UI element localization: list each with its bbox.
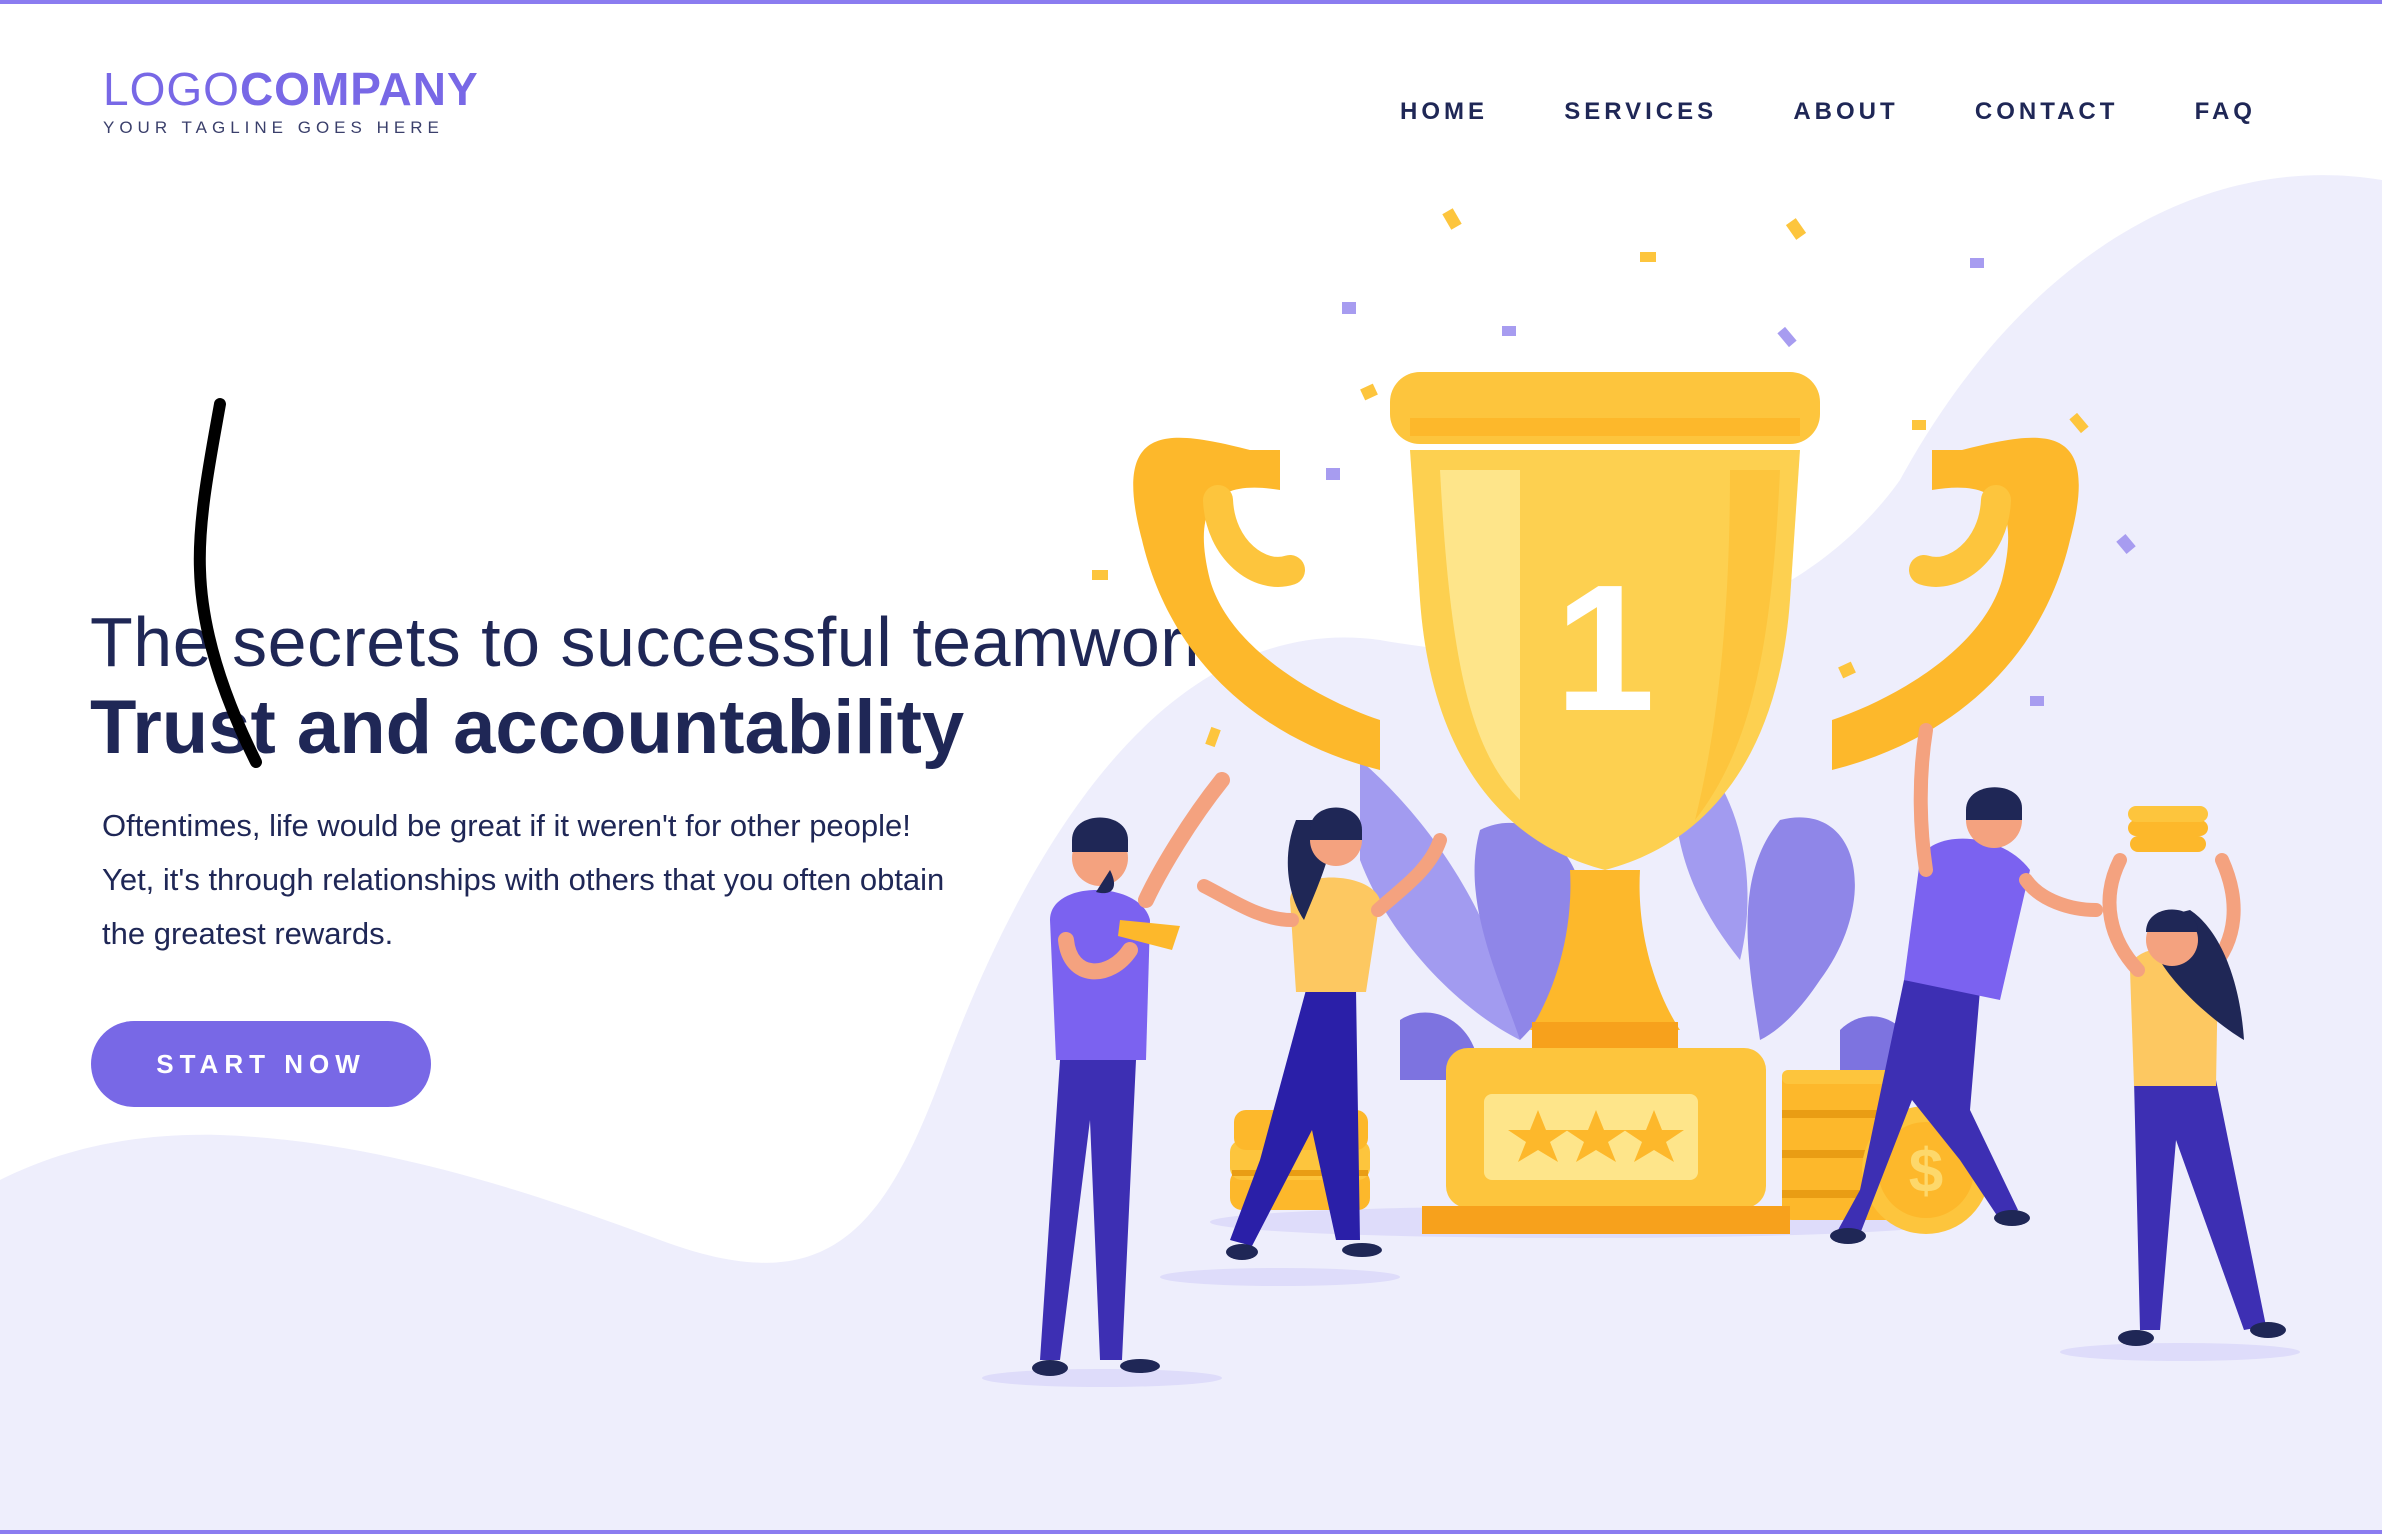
- description-line: Yet, it's through relationships with oth…: [102, 861, 945, 897]
- ground-shadow: [1160, 1268, 1400, 1286]
- nav-home[interactable]: HOME: [1400, 98, 1488, 126]
- ground-shadow: [982, 1369, 1222, 1387]
- logo-bold-text: COMPANY: [239, 63, 479, 115]
- ground-shadow: [2060, 1343, 2300, 1361]
- company-logo[interactable]: LOGOCOMPANY YOUR TAGLINE GOES HERE: [103, 66, 479, 138]
- logo-tagline: YOUR TAGLINE GOES HERE: [103, 118, 444, 137]
- logo-wordmark: LOGOCOMPANY: [103, 66, 479, 112]
- trophy-illustration: $ 1: [982, 208, 2300, 1387]
- start-now-button[interactable]: START NOW: [91, 1021, 431, 1107]
- bottom-accent-line: [0, 1530, 2382, 1534]
- main-nav: HOME SERVICES ABOUT CONTACT FAQ: [1400, 98, 2256, 126]
- nav-contact[interactable]: CONTACT: [1975, 98, 2119, 126]
- hero-description: Oftentimes, life would be great if it we…: [102, 799, 1102, 961]
- man-with-megaphone: [1032, 772, 1230, 1376]
- nav-faq[interactable]: FAQ: [2195, 98, 2256, 126]
- logo-light-text: LOGO: [103, 63, 240, 115]
- trophy-rank: 1: [1555, 548, 1655, 749]
- nav-about[interactable]: ABOUT: [1793, 98, 1898, 126]
- description-line: Oftentimes, life would be great if it we…: [102, 807, 911, 843]
- description-line: the greatest rewards.: [102, 915, 394, 951]
- woman-holding-coins: [2102, 806, 2286, 1346]
- nav-services[interactable]: SERVICES: [1564, 98, 1717, 126]
- svg-text:$: $: [1909, 1137, 1943, 1206]
- pen-scribble: [193, 398, 262, 768]
